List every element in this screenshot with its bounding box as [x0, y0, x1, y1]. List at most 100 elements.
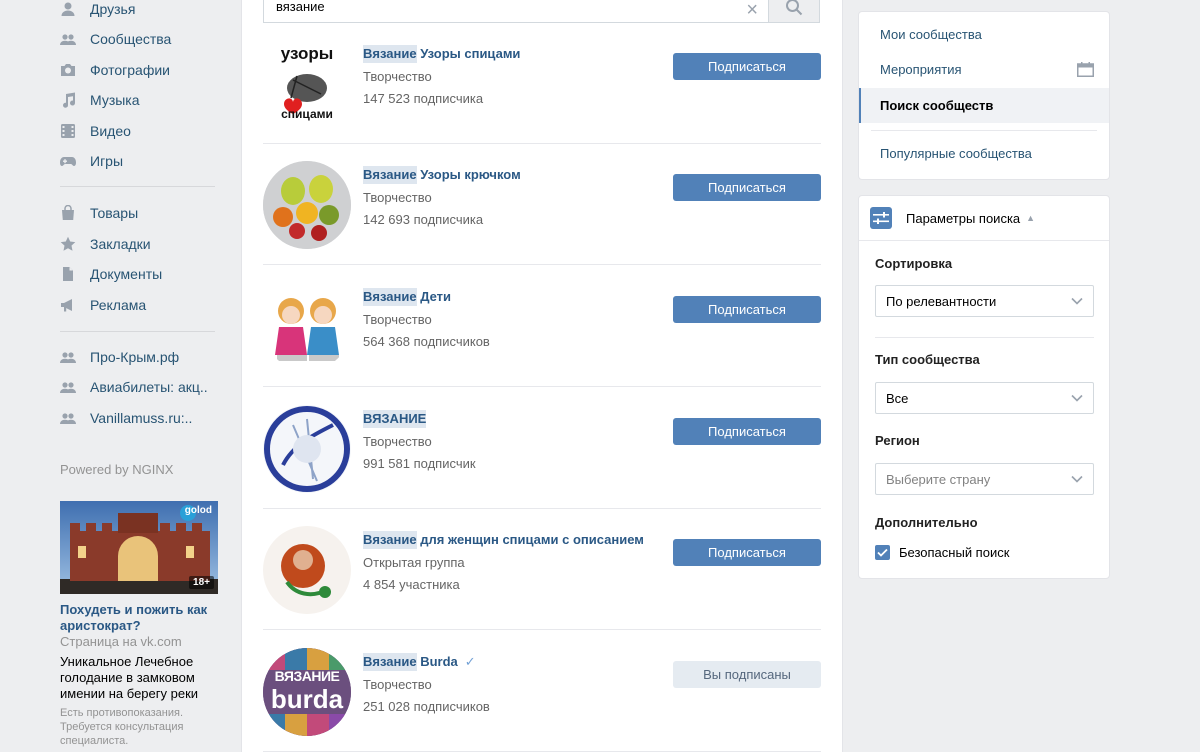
filter-sliders-icon — [870, 207, 892, 229]
subscribe-button[interactable]: Подписаться — [673, 174, 821, 201]
community-type-label: Тип сообщества — [875, 352, 980, 367]
nav-item-communities[interactable]: Сообщества — [60, 27, 171, 51]
nav-item-pro-krym[interactable]: Про-Крым.рф — [60, 345, 179, 369]
menu-events[interactable]: Мероприятия — [859, 52, 1109, 87]
group-category: Творчество — [363, 69, 432, 84]
group-row: Вязание Узоры крючком Творчество 142 693… — [263, 144, 821, 265]
search-input[interactable]: вязание × — [263, 0, 768, 23]
group-name[interactable]: Вязание Узоры спицами — [363, 45, 520, 63]
group-row: Вязание Дети Творчество 564 368 подписчи… — [263, 266, 821, 387]
nav-item-video[interactable]: Видео — [60, 119, 131, 143]
community-icon — [60, 410, 76, 426]
checkmark-icon — [875, 545, 890, 560]
sort-label: Сортировка — [875, 256, 953, 271]
group-avatar[interactable]: узоры спицами — [263, 40, 351, 128]
menu-community-search[interactable]: Поиск сообществ — [859, 88, 1109, 123]
group-row: ВЯЗАНИЕ Творчество 991 581 подписчик Под… — [263, 388, 821, 509]
nav-item-ads[interactable]: Реклама — [60, 293, 146, 317]
music-icon — [60, 92, 76, 108]
search-params-panel: Параметры поиска ▲ Сортировка По релеван… — [858, 195, 1110, 579]
group-category: Творчество — [363, 434, 432, 449]
ad-title[interactable]: Похудеть и пожить как аристократ? — [60, 602, 230, 634]
group-category: Творчество — [363, 190, 432, 205]
group-subscribers: 147 523 подписчика — [363, 91, 484, 106]
camera-icon — [60, 62, 76, 78]
ad-domain: Страница на vk.com — [60, 634, 182, 649]
caret-up-icon: ▲ — [1026, 213, 1036, 223]
group-subscribers: 251 028 подписчиков — [363, 699, 490, 714]
group-avatar[interactable] — [263, 526, 351, 614]
search-params-header[interactable]: Параметры поиска ▲ — [859, 196, 1109, 241]
group-avatar[interactable] — [263, 283, 351, 371]
subscribe-button[interactable]: Подписаться — [673, 539, 821, 566]
subscribe-button[interactable]: Подписаться — [673, 418, 821, 445]
group-subscribers: 142 693 подписчика — [363, 212, 484, 227]
gamepad-icon — [60, 153, 76, 169]
group-subscribers: 4 854 участника — [363, 577, 460, 592]
community-icon — [60, 349, 76, 365]
community-type-select[interactable]: Все — [875, 382, 1094, 414]
verified-icon: ✓ — [464, 654, 476, 669]
ad-description: Уникальное Лечебное голодание в замковом… — [60, 654, 199, 701]
group-name[interactable]: Вязание Дети — [363, 288, 490, 306]
safe-search-checkbox[interactable]: Безопасный поиск — [875, 545, 1009, 560]
megaphone-icon — [60, 297, 76, 313]
menu-popular-communities[interactable]: Популярные сообщества — [859, 136, 1109, 171]
group-avatar[interactable] — [263, 161, 351, 249]
menu-my-communities[interactable]: Мои сообщества — [859, 17, 1109, 52]
group-name[interactable]: ВЯЗАНИЕ — [363, 410, 476, 428]
clear-icon[interactable]: × — [746, 0, 758, 20]
group-name[interactable]: Вязание Burda ✓ — [363, 653, 490, 671]
nav-item-goods[interactable]: Товары — [60, 201, 138, 225]
ad-logo-text: golod — [184, 505, 212, 516]
subscribe-button[interactable]: Подписаться — [673, 53, 821, 80]
region-select[interactable]: Выберите страну — [875, 463, 1094, 495]
group-subscribers: 991 581 подписчик — [363, 456, 476, 471]
star-icon — [60, 236, 76, 252]
group-subscribers: 564 368 подписчиков — [363, 334, 490, 349]
group-row: Вязание для женщин спицами с описанием О… — [263, 509, 821, 630]
ad-image[interactable]: golod 18+ — [60, 501, 218, 594]
nav-item-friends[interactable]: Друзья — [60, 0, 135, 21]
friends-icon — [60, 1, 76, 17]
subscribe-button[interactable]: Подписаться — [673, 296, 821, 323]
chevron-down-icon — [1071, 475, 1083, 483]
nav-item-photos[interactable]: Фотографии — [60, 58, 170, 82]
search-params-title: Параметры поиска — [906, 210, 1021, 226]
group-row: ВЯЗАНИЕ burda Вязание Burda ✓ Творчество … — [263, 631, 821, 752]
left-sidebar: Друзья Сообщества Фотографии Музыка Виде… — [0, 0, 230, 752]
subscribed-button[interactable]: Вы подписаны — [673, 661, 821, 688]
nav-item-aviabilety[interactable]: Авиабилеты: акц.. — [60, 375, 208, 399]
nav-item-music[interactable]: Музыка — [60, 88, 140, 112]
calendar-icon[interactable] — [1077, 62, 1094, 77]
powered-by-text: Powered by NGINX — [60, 462, 174, 477]
search-button[interactable] — [768, 0, 820, 23]
ad-disclaimer: Есть противопоказания. Требуется консуль… — [60, 707, 184, 747]
search-icon — [786, 0, 803, 15]
communities-icon — [60, 31, 76, 47]
search-bar: вязание × — [263, 0, 820, 23]
chevron-down-icon — [1071, 394, 1083, 402]
extra-label: Дополнительно — [875, 515, 978, 530]
nav-item-bookmarks[interactable]: Закладки — [60, 232, 151, 256]
params-divider — [875, 337, 1094, 338]
sort-select[interactable]: По релевантности — [875, 285, 1094, 317]
age-badge: 18+ — [189, 576, 214, 589]
group-category: Открытая группа — [363, 555, 465, 570]
chevron-down-icon — [1071, 297, 1083, 305]
group-avatar[interactable] — [263, 405, 351, 493]
bag-icon — [60, 205, 76, 221]
nav-item-vanillamuss[interactable]: Vanillamuss.ru:.. — [60, 406, 192, 430]
video-icon — [60, 123, 76, 139]
menu-divider — [871, 130, 1097, 131]
group-avatar[interactable]: ВЯЗАНИЕ burda — [263, 648, 351, 736]
group-category: Творчество — [363, 677, 432, 692]
group-name[interactable]: Вязание Узоры крючком — [363, 166, 521, 184]
group-name[interactable]: Вязание для женщин спицами с описанием — [363, 531, 644, 549]
nav-item-documents[interactable]: Документы — [60, 262, 162, 286]
nav-item-games[interactable]: Игры — [60, 149, 123, 173]
nav-divider — [60, 186, 215, 187]
search-results-panel: вязание × узоры спицами Вязание Узоры сп… — [241, 0, 843, 752]
group-category: Творчество — [363, 312, 432, 327]
region-label: Регион — [875, 433, 920, 448]
